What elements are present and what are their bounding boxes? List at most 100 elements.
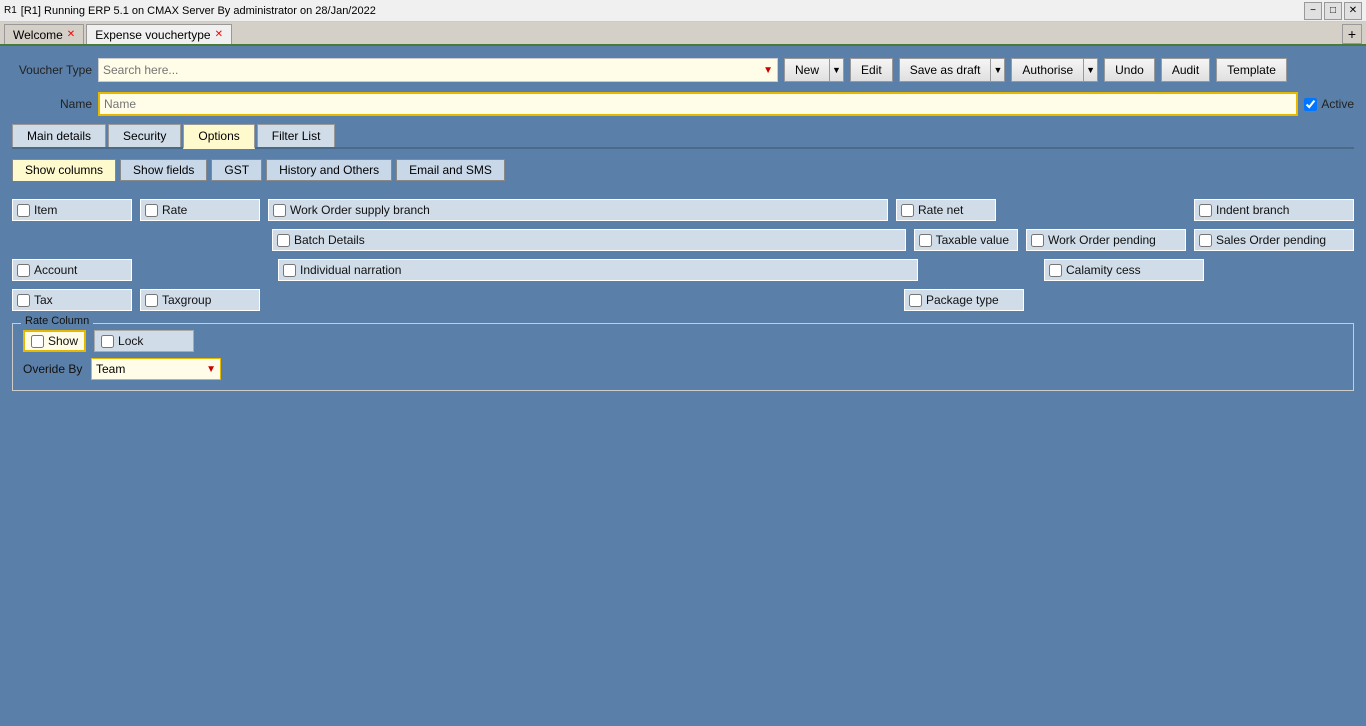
save-draft-button[interactable]: Save as draft: [899, 58, 992, 82]
indent-branch-checkbox[interactable]: [1199, 204, 1212, 217]
tab-filter-list[interactable]: Filter List: [257, 124, 336, 147]
name-row: Name Active: [12, 92, 1354, 116]
sub-tabs: Show columns Show fields GST History and…: [12, 159, 1354, 181]
individual-narration-checkbox[interactable]: [283, 264, 296, 277]
account-checkbox-box: Account: [12, 259, 132, 281]
tab-expense-vouchertype[interactable]: Expense vouchertype ✕: [86, 24, 232, 44]
edit-button[interactable]: Edit: [850, 58, 893, 82]
individual-narration-label: Individual narration: [300, 263, 401, 277]
active-label: Active: [1321, 97, 1354, 111]
work-order-supply-checkbox[interactable]: [273, 204, 286, 217]
package-type-checkbox[interactable]: [909, 294, 922, 307]
authorise-dropdown-arrow[interactable]: ▼: [1084, 58, 1098, 82]
template-button[interactable]: Template: [1216, 58, 1287, 82]
name-input[interactable]: [98, 92, 1298, 116]
minimize-button[interactable]: −: [1304, 2, 1322, 20]
account-checkbox[interactable]: [17, 264, 30, 277]
new-btn-group: New ▼: [784, 58, 844, 82]
title-bar: R1 [R1] Running ERP 5.1 on CMAX Server B…: [0, 0, 1366, 22]
taxgroup-label: Taxgroup: [162, 293, 211, 307]
calamity-cess-checkbox-box: Calamity cess: [1044, 259, 1204, 281]
toolbar-row: Voucher Type ▼ New ▼ Edit Save as draft …: [12, 58, 1354, 82]
work-order-pending-checkbox-box: Work Order pending: [1026, 229, 1186, 251]
voucher-type-dropdown-arrow[interactable]: ▼: [763, 65, 773, 76]
lock-checkbox[interactable]: [101, 335, 114, 348]
package-type-label: Package type: [926, 293, 999, 307]
tab-expense-close[interactable]: ✕: [215, 29, 223, 40]
rate-net-checkbox[interactable]: [901, 204, 914, 217]
main-content: Voucher Type ▼ New ▼ Edit Save as draft …: [0, 46, 1366, 407]
rate-column-inner: Show Lock Overide By Team ▼: [23, 330, 1343, 380]
item-checkbox[interactable]: [17, 204, 30, 217]
work-order-supply-label: Work Order supply branch: [290, 203, 430, 217]
sales-order-pending-checkbox[interactable]: [1199, 234, 1212, 247]
active-checkbox[interactable]: [1304, 98, 1317, 111]
save-draft-btn-group: Save as draft ▼: [899, 58, 1006, 82]
tax-label: Tax: [34, 293, 53, 307]
override-by-select[interactable]: Team ▼: [91, 358, 221, 380]
checkbox-row-4: Tax Taxgroup Package type: [12, 289, 1354, 311]
voucher-type-search-input[interactable]: [103, 63, 763, 77]
rate-column-legend: Rate Column: [21, 315, 93, 327]
close-button[interactable]: ✕: [1344, 2, 1362, 20]
tab-security[interactable]: Security: [108, 124, 181, 147]
tab-welcome-close[interactable]: ✕: [67, 29, 75, 40]
override-row: Overide By Team ▼: [23, 358, 1343, 380]
subtab-email-sms[interactable]: Email and SMS: [396, 159, 505, 181]
calamity-cess-checkbox[interactable]: [1049, 264, 1062, 277]
batch-checkbox[interactable]: [277, 234, 290, 247]
content-area: Item Rate Work Order supply branch Rate …: [12, 195, 1354, 395]
taxable-value-label: Taxable value: [936, 233, 1009, 247]
subtab-history[interactable]: History and Others: [266, 159, 392, 181]
rate-checkbox[interactable]: [145, 204, 158, 217]
show-label: Show: [48, 334, 78, 348]
maximize-button[interactable]: □: [1324, 2, 1342, 20]
checkbox-row-1: Item Rate Work Order supply branch Rate …: [12, 199, 1354, 221]
tab-welcome[interactable]: Welcome ✕: [4, 24, 84, 44]
taxgroup-checkbox[interactable]: [145, 294, 158, 307]
indent-branch-checkbox-box: Indent branch: [1194, 199, 1354, 221]
voucher-type-search-wrapper[interactable]: ▼: [98, 58, 778, 82]
authorise-button[interactable]: Authorise: [1011, 58, 1084, 82]
work-order-pending-checkbox[interactable]: [1031, 234, 1044, 247]
override-dropdown-arrow[interactable]: ▼: [206, 364, 216, 375]
lock-checkbox-box: Lock: [94, 330, 194, 352]
undo-button[interactable]: Undo: [1104, 58, 1155, 82]
subtab-show-columns[interactable]: Show columns: [12, 159, 116, 181]
rate-net-checkbox-box: Rate net: [896, 199, 996, 221]
new-button[interactable]: New: [784, 58, 830, 82]
checkbox-row-3: Account Individual narration Calamity ce…: [12, 259, 1354, 281]
rate-column-row1: Show Lock: [23, 330, 1343, 352]
tab-welcome-label: Welcome: [13, 28, 63, 42]
batch-label: Batch Details: [294, 233, 365, 247]
tab-bar: Welcome ✕ Expense vouchertype ✕ +: [0, 22, 1366, 46]
override-by-label: Overide By: [23, 362, 83, 376]
taxable-value-checkbox-box: Taxable value: [914, 229, 1018, 251]
tab-main-details[interactable]: Main details: [12, 124, 106, 147]
tab-add-button[interactable]: +: [1342, 24, 1362, 44]
rate-label: Rate: [162, 203, 187, 217]
checkbox-row-2: Batch Details Taxable value Work Order p…: [12, 229, 1354, 251]
tax-checkbox[interactable]: [17, 294, 30, 307]
save-draft-dropdown-arrow[interactable]: ▼: [991, 58, 1005, 82]
show-checkbox[interactable]: [31, 335, 44, 348]
rate-checkbox-box: Rate: [140, 199, 260, 221]
taxable-value-checkbox[interactable]: [919, 234, 932, 247]
subtab-gst[interactable]: GST: [211, 159, 262, 181]
package-type-checkbox-box: Package type: [904, 289, 1024, 311]
work-order-supply-checkbox-box: Work Order supply branch: [268, 199, 888, 221]
rate-column-group: Rate Column Show Lock Overide By: [12, 323, 1354, 391]
nav-tabs: Main details Security Options Filter Lis…: [12, 124, 1354, 149]
override-by-value: Team: [96, 362, 206, 376]
new-dropdown-arrow[interactable]: ▼: [830, 58, 844, 82]
sales-order-pending-checkbox-box: Sales Order pending: [1194, 229, 1354, 251]
item-checkbox-box: Item: [12, 199, 132, 221]
subtab-show-fields[interactable]: Show fields: [120, 159, 207, 181]
show-checkbox-box: Show: [23, 330, 86, 352]
tab-options[interactable]: Options: [183, 124, 254, 149]
taxgroup-checkbox-box: Taxgroup: [140, 289, 260, 311]
work-order-pending-label: Work Order pending: [1048, 233, 1156, 247]
batch-checkbox-box: Batch Details: [272, 229, 906, 251]
audit-button[interactable]: Audit: [1161, 58, 1210, 82]
tax-checkbox-box: Tax: [12, 289, 132, 311]
